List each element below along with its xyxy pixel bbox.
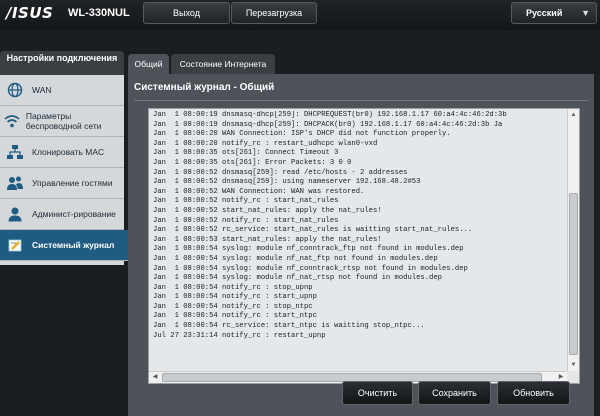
vertical-scrollbar[interactable]: ▲ ▼ <box>567 109 579 371</box>
sidebar-item-clone-mac[interactable]: Клонировать MAC <box>0 137 124 168</box>
sidebar-item-guests[interactable]: Управление гостями <box>0 168 124 199</box>
scroll-up-icon[interactable]: ▲ <box>568 109 579 121</box>
asus-logo: /ISUS <box>6 4 54 22</box>
users-icon <box>0 168 30 199</box>
sidebar-item-label: Параметры беспроводной сети <box>25 111 102 131</box>
globe-icon <box>0 75 30 106</box>
top-bar: /ISUS WL-330NUL Выход Перезагрузка Русск… <box>0 0 600 30</box>
sidebar-item-label: Клонировать MAC <box>32 147 105 157</box>
save-button[interactable]: Сохранить <box>418 381 491 405</box>
network-icon <box>0 137 30 168</box>
sidebar-title: Настройки подключения <box>0 51 124 75</box>
sidebar-item-label: Управление гостями <box>32 178 113 188</box>
log-icon <box>0 230 30 261</box>
model-name: WL-330NUL <box>68 7 130 19</box>
scroll-down-icon[interactable]: ▼ <box>568 359 579 371</box>
log-area[interactable]: Jan 1 08:00:19 dnsmasq-dhcp[259]: DHCPRE… <box>148 108 580 384</box>
sidebar-item-admin[interactable]: Админист-рирование <box>0 199 124 230</box>
sidebar-item-label: WAN <box>32 85 52 95</box>
reboot-button[interactable]: Перезагрузка <box>231 2 317 24</box>
sidebar-item-label: Админист-рирование <box>32 209 116 219</box>
vertical-scroll-thumb[interactable] <box>569 193 578 355</box>
language-select[interactable]: Русский ▼ <box>511 2 597 24</box>
tab-internet-status[interactable]: Состояние Интернета <box>171 54 275 74</box>
sidebar: WAN Параметры беспроводной сети Клониров… <box>0 75 134 265</box>
tab-general[interactable]: Общий <box>128 54 169 74</box>
sidebar-item-system-log[interactable]: Системный журнал <box>0 230 134 261</box>
scroll-left-icon[interactable]: ◀ <box>149 372 161 383</box>
refresh-button[interactable]: Обновить <box>497 381 570 405</box>
clear-button[interactable]: Очистить <box>342 381 413 405</box>
logout-button[interactable]: Выход <box>143 2 230 24</box>
wifi-icon <box>0 106 24 137</box>
language-value: Русский <box>526 8 563 18</box>
sidebar-item-wireless[interactable]: Параметры беспроводной сети <box>0 106 124 137</box>
log-text: Jan 1 08:00:19 dnsmasq-dhcp[259]: DHCPRE… <box>153 111 507 340</box>
main-panel: Системный журнал - Общий Jan 1 08:00:19 … <box>128 74 594 416</box>
sidebar-item-wan[interactable]: WAN <box>0 75 124 106</box>
divider <box>134 100 588 101</box>
chevron-down-icon: ▼ <box>581 8 590 18</box>
sidebar-item-label: Системный журнал <box>32 240 115 250</box>
page-title: Системный журнал - Общий <box>134 82 275 93</box>
admin-user-icon <box>0 199 30 230</box>
